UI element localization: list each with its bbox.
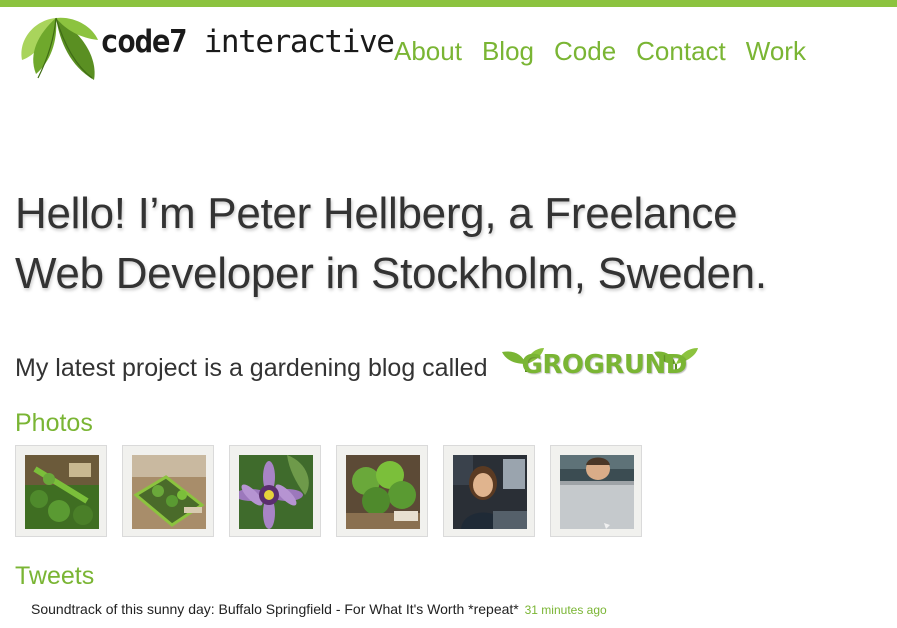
nav-work[interactable]: Work xyxy=(746,34,806,68)
tweet-item: Soundtrack of this sunny day: Buffalo Sp… xyxy=(31,600,607,619)
plant-seedlings-photo-icon xyxy=(25,455,99,529)
main-nav: About Blog Code Contact Work xyxy=(394,34,806,68)
grogrund-logo-text: GROGRUND xyxy=(521,350,688,380)
nav-contact[interactable]: Contact xyxy=(636,34,726,68)
photo-thumb-3[interactable] xyxy=(229,445,321,537)
logo-wordmark-rest: interactive xyxy=(186,24,395,60)
nav-code[interactable]: Code xyxy=(554,34,616,68)
hero-heading: Hello! I’m Peter Hellberg, a Freelance W… xyxy=(15,184,875,304)
hero-line-2: Web Developer in Stockholm, Sweden. xyxy=(15,249,767,298)
logo-wordmark-bold: code7 xyxy=(100,24,188,60)
photo-thumb-6[interactable] xyxy=(550,445,642,537)
photo-thumb-5[interactable] xyxy=(443,445,535,537)
hero-line-1: Hello! I’m Peter Hellberg, a Freelance xyxy=(15,189,738,238)
person-at-desk-photo-icon xyxy=(453,455,527,529)
nav-about[interactable]: About xyxy=(394,34,462,68)
top-accent-bar xyxy=(0,0,897,7)
site-logo[interactable]: code7 interactive xyxy=(16,10,395,86)
person-behind-monitor-photo-icon xyxy=(560,455,634,529)
tweet-timestamp-link[interactable]: 31 minutes ago xyxy=(525,603,607,617)
leaf-logo-icon xyxy=(21,17,98,80)
photo-thumb-4[interactable] xyxy=(336,445,428,537)
passion-flower-photo-icon xyxy=(239,455,313,529)
photo-thumb-2[interactable] xyxy=(122,445,214,537)
nav-blog[interactable]: Blog xyxy=(482,34,534,68)
latest-project: My latest project is a gardening blog ca… xyxy=(15,346,700,390)
photo-thumb-1[interactable] xyxy=(15,445,107,537)
grogrund-logo-link[interactable]: GROGRUND xyxy=(500,346,700,390)
tweet-text: Soundtrack of this sunny day: Buffalo Sp… xyxy=(31,601,519,617)
potted-plant-photo-icon xyxy=(346,455,420,529)
logo-wordmark: code7 interactive xyxy=(100,24,395,60)
latest-project-text: My latest project is a gardening blog ca… xyxy=(15,354,488,382)
photos-heading: Photos xyxy=(15,409,93,437)
tweets-heading: Tweets xyxy=(15,562,95,590)
photo-grid xyxy=(15,445,642,537)
planter-box-photo-icon xyxy=(132,455,206,529)
